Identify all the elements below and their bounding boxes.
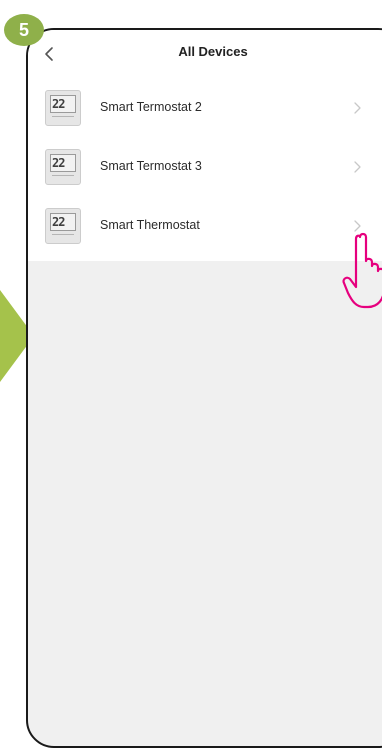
page-title: All Devices [178, 44, 248, 59]
device-name: Smart Termostat 2 [100, 100, 202, 114]
thermostat-icon: 22 [45, 90, 81, 126]
phone-frame: All Devices 22 Smart Termostat 2 22 Smar… [26, 28, 382, 748]
thermostat-display: 22 [50, 154, 76, 172]
device-row[interactable]: 22 Smart Termostat 2 [28, 80, 382, 139]
thermostat-buttons [52, 234, 74, 239]
thermostat-icon: 22 [45, 208, 81, 244]
chevron-right-icon [354, 161, 361, 173]
device-list-screen: All Devices 22 Smart Termostat 2 22 Smar… [28, 30, 382, 261]
thermostat-display: 22 [50, 95, 76, 113]
thermostat-icon: 22 [45, 149, 81, 185]
device-row[interactable]: 22 Smart Termostat 3 [28, 139, 382, 198]
tap-hand-icon [342, 232, 382, 309]
chevron-left-icon[interactable] [42, 46, 58, 62]
thermostat-buttons [52, 175, 74, 180]
device-list: 22 Smart Termostat 2 22 Smart Termostat … [28, 80, 382, 257]
device-name: Smart Thermostat [100, 218, 200, 232]
navigation-bar: All Devices [28, 30, 382, 78]
step-number-badge: 5 [4, 14, 44, 46]
chevron-right-icon [354, 102, 361, 114]
thermostat-buttons [52, 116, 74, 121]
device-row[interactable]: 22 Smart Thermostat [28, 198, 382, 257]
device-name: Smart Termostat 3 [100, 159, 202, 173]
thermostat-display: 22 [50, 213, 76, 231]
instruction-graphic: All Devices 22 Smart Termostat 2 22 Smar… [0, 0, 382, 749]
